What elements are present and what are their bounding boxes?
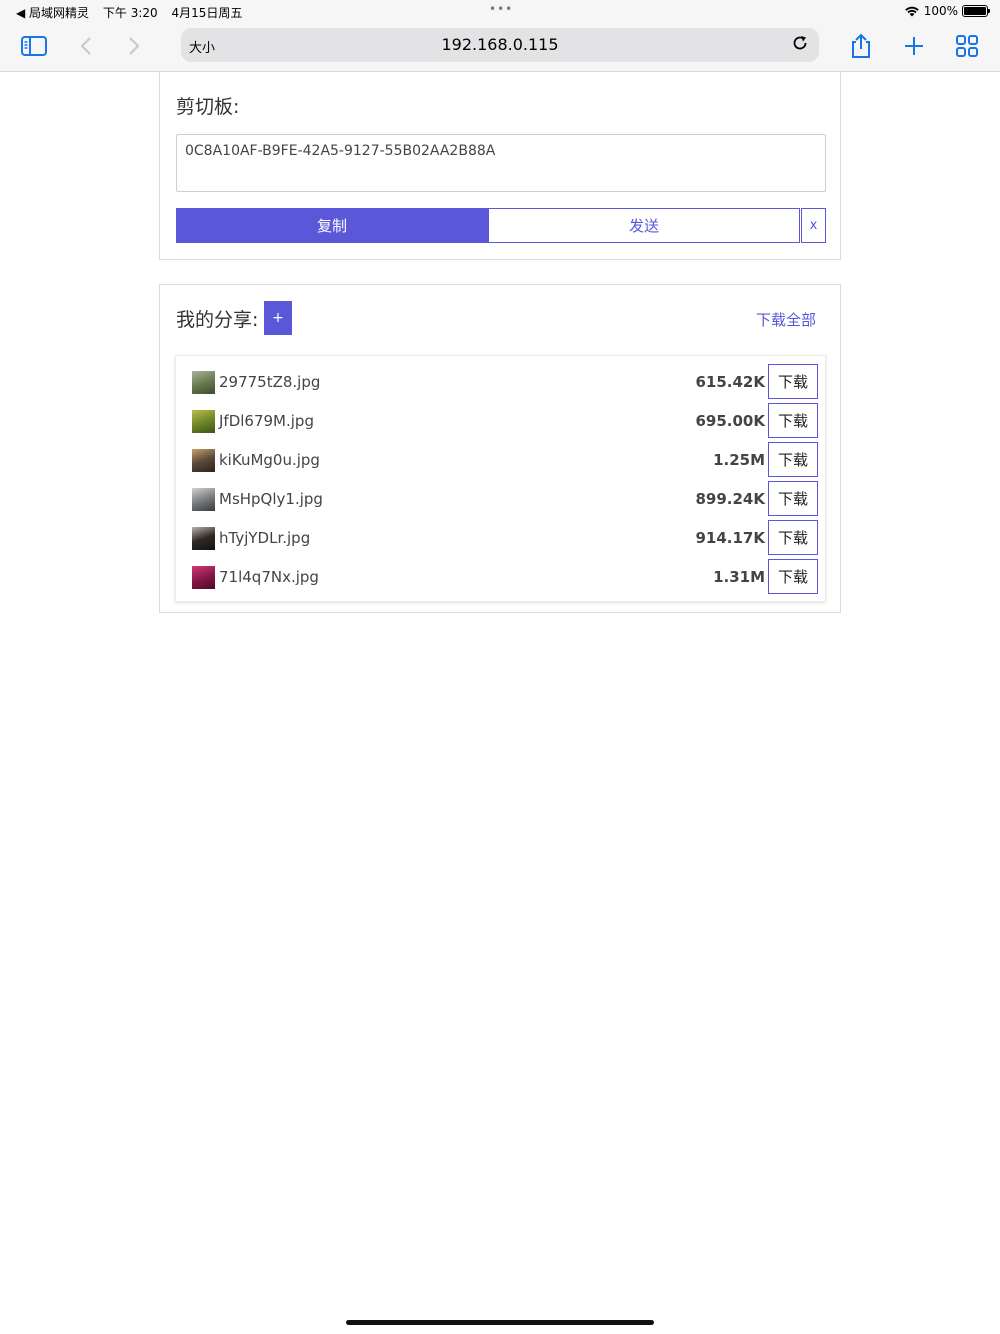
clipboard-title: 剪切板: bbox=[176, 96, 240, 118]
file-name: 71l4q7Nx.jpg bbox=[219, 568, 319, 586]
add-share-button[interactable]: + bbox=[264, 301, 292, 335]
my-share-card: 我的分享: + 下载全部 29775tZ8.jpg 615.42K 下载 JfDl67… bbox=[159, 284, 841, 613]
multitask-dots[interactable]: ••• bbox=[489, 2, 513, 16]
forward-chevron-icon[interactable] bbox=[118, 32, 150, 60]
status-bar: ◀ 局域网精灵 下午 3:20 4月15日周五 ••• 100% bbox=[0, 0, 1000, 24]
file-name: JfDl679M.jpg bbox=[219, 412, 314, 430]
file-thumbnail bbox=[192, 371, 215, 394]
home-indicator[interactable] bbox=[346, 1320, 654, 1325]
clear-button[interactable]: x bbox=[801, 208, 826, 243]
file-row: JfDl679M.jpg 695.00K 下载 bbox=[176, 403, 825, 442]
file-thumbnail bbox=[192, 410, 215, 433]
tabs-overview-icon[interactable] bbox=[951, 32, 983, 60]
file-size: 695.00K bbox=[695, 412, 765, 430]
battery-icon bbox=[962, 5, 990, 17]
back-chevron-icon[interactable] bbox=[70, 32, 102, 60]
status-left: ◀ 局域网精灵 下午 3:20 4月15日周五 bbox=[16, 4, 252, 21]
status-time: 下午 3:20 bbox=[102, 6, 158, 20]
file-thumbnail bbox=[192, 449, 215, 472]
share-icon[interactable] bbox=[845, 32, 877, 60]
download-button[interactable]: 下载 bbox=[768, 403, 818, 438]
file-row: 29775tZ8.jpg 615.42K 下载 bbox=[176, 364, 825, 403]
file-thumbnail bbox=[192, 488, 215, 511]
page: ◀ 局域网精灵 下午 3:20 4月15日周五 ••• 100% 大小 192.… bbox=[0, 0, 1000, 1334]
file-name: MsHpQly1.jpg bbox=[219, 490, 323, 508]
battery-percent: 100% bbox=[923, 4, 958, 18]
file-name: kiKuMg0u.jpg bbox=[219, 451, 320, 469]
share-title: 我的分享: bbox=[176, 309, 259, 331]
copy-button[interactable]: 复制 bbox=[176, 208, 488, 243]
download-button[interactable]: 下载 bbox=[768, 442, 818, 477]
file-row: 71l4q7Nx.jpg 1.31M 下载 bbox=[176, 559, 825, 598]
download-button[interactable]: 下载 bbox=[768, 520, 818, 555]
new-tab-icon[interactable] bbox=[898, 32, 930, 60]
sidebar-icon[interactable] bbox=[18, 32, 50, 60]
file-row: hTyjYDLr.jpg 914.17K 下载 bbox=[176, 520, 825, 559]
send-button[interactable]: 发送 bbox=[488, 208, 800, 243]
file-size: 1.31M bbox=[713, 568, 765, 586]
back-to-app-link[interactable]: ◀ 局域网精灵 bbox=[16, 6, 89, 20]
wifi-icon bbox=[904, 6, 919, 17]
clipboard-textarea[interactable]: 0C8A10AF-B9FE-42A5-9127-55B02AA2B88A bbox=[176, 134, 826, 192]
file-row: MsHpQly1.jpg 899.24K 下载 bbox=[176, 481, 825, 520]
file-size: 899.24K bbox=[695, 490, 765, 508]
status-date: 4月15日周五 bbox=[171, 6, 243, 20]
file-thumbnail bbox=[192, 566, 215, 589]
file-name: 29775tZ8.jpg bbox=[219, 373, 321, 391]
file-size: 914.17K bbox=[695, 529, 765, 547]
download-all-link[interactable]: 下载全部 bbox=[756, 309, 816, 330]
download-button[interactable]: 下载 bbox=[768, 481, 818, 516]
reload-icon[interactable] bbox=[791, 33, 809, 57]
file-list: 29775tZ8.jpg 615.42K 下载 JfDl679M.jpg 695.00K… bbox=[175, 355, 826, 602]
browser-toolbar: 大小 192.168.0.115 bbox=[0, 24, 1000, 72]
clipboard-card: 剪切板: 0C8A10AF-B9FE-42A5-9127-55B02AA2B88… bbox=[159, 72, 841, 260]
file-size: 1.25M bbox=[713, 451, 765, 469]
download-button[interactable]: 下载 bbox=[768, 559, 818, 594]
url-text[interactable]: 192.168.0.115 bbox=[181, 35, 819, 54]
address-bar[interactable]: 大小 192.168.0.115 bbox=[181, 28, 819, 62]
file-size: 615.42K bbox=[695, 373, 765, 391]
file-name: hTyjYDLr.jpg bbox=[219, 529, 311, 547]
file-thumbnail bbox=[192, 527, 215, 550]
status-right: 100% bbox=[904, 4, 990, 18]
download-button[interactable]: 下载 bbox=[768, 364, 818, 399]
file-row: kiKuMg0u.jpg 1.25M 下载 bbox=[176, 442, 825, 481]
